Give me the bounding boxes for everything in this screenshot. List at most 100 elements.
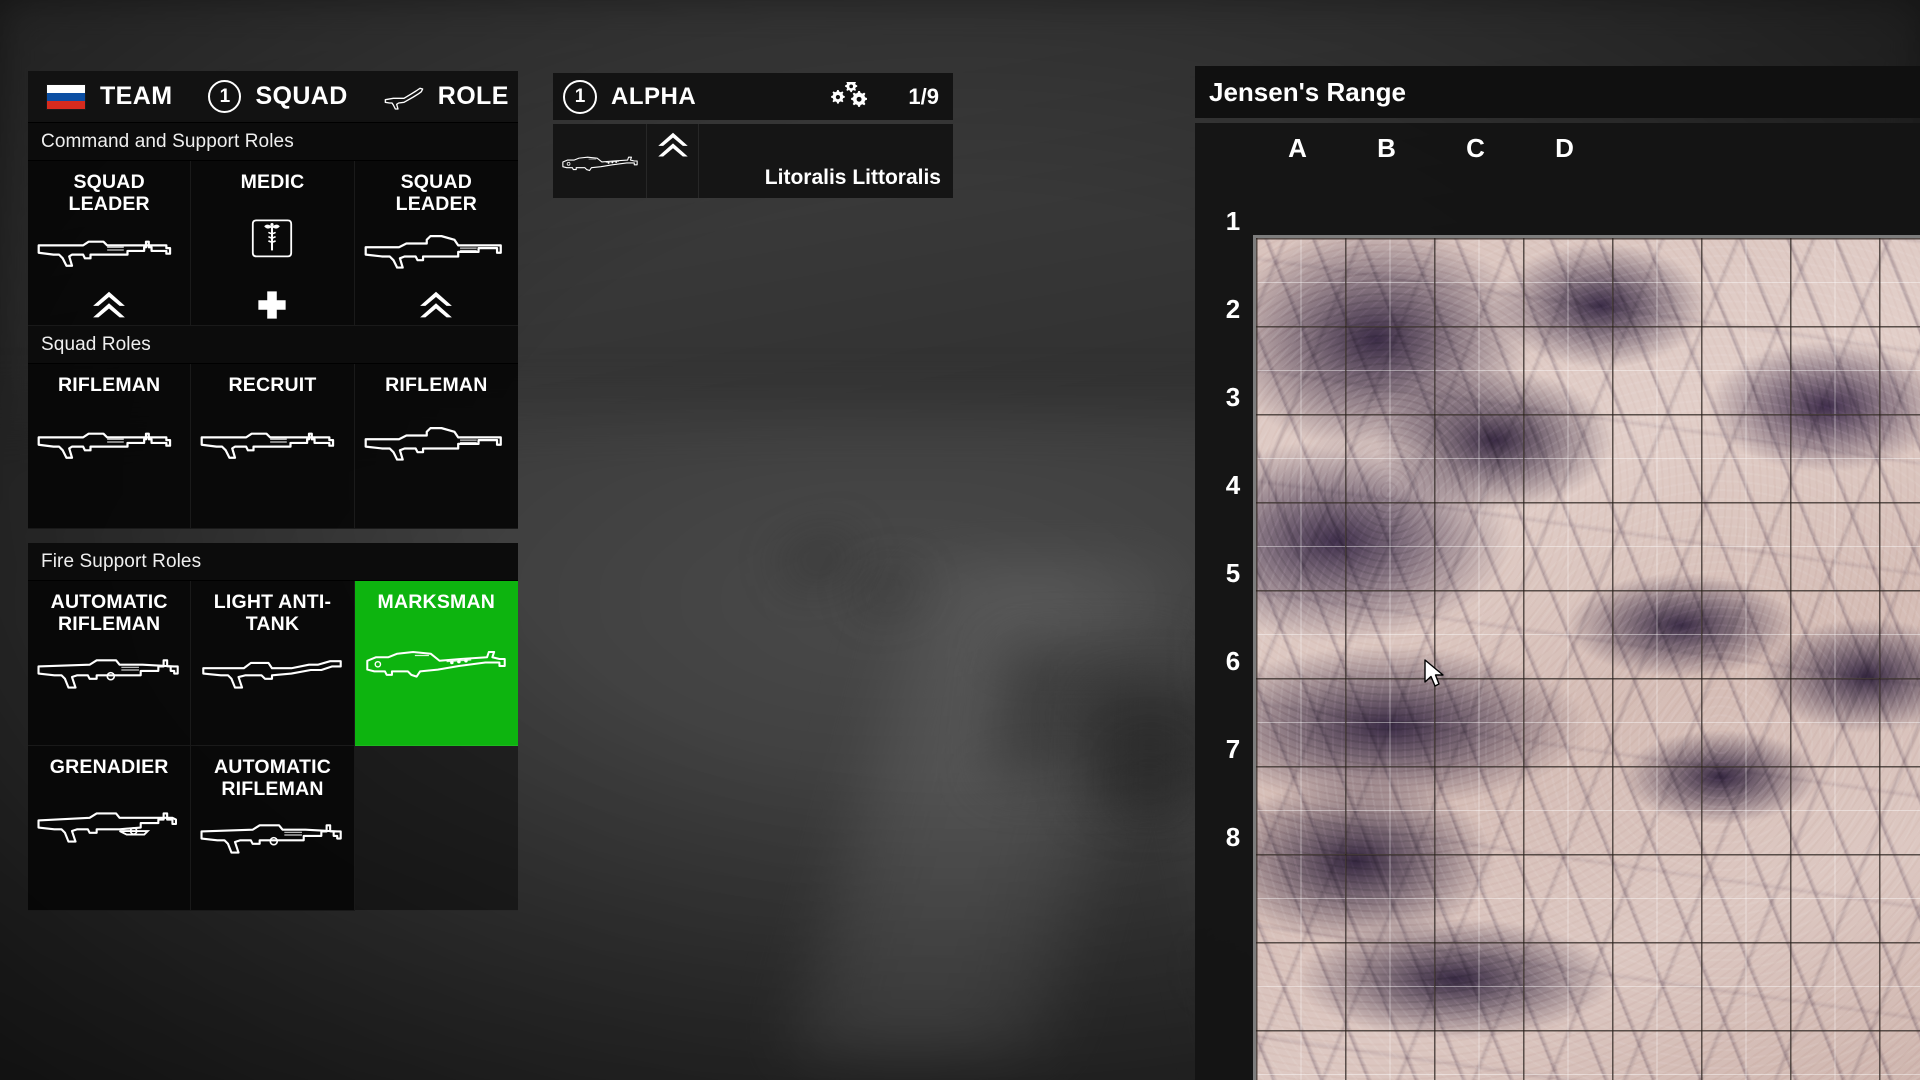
role-label: GRENADIER [49, 756, 169, 778]
machine-gun-icon [37, 659, 179, 689]
role-weapon-slot [191, 635, 353, 705]
medic-bag-icon [252, 219, 293, 258]
assault-rifle-icon [201, 432, 335, 459]
double-chevron-icon [420, 291, 453, 318]
role-label: SQUAD LEADER [395, 171, 477, 215]
tab-team-label: TEAM [100, 82, 173, 110]
role-card-rifleman[interactable]: RIFLEMAN [28, 364, 192, 529]
role-weapon-slot [28, 215, 190, 285]
role-grid-squad-roles: RIFLEMAN RECRUIT RIFLEMAN [28, 364, 518, 529]
role-weapon-slot [355, 215, 518, 285]
map-column-labels: A B C D [1253, 133, 1920, 173]
map-column-label-c: C [1466, 133, 1485, 163]
map-column-label-b: B [1377, 133, 1396, 163]
role-panel-tabs: TEAM 1 SQUAD ROLE [28, 71, 518, 123]
squad-roster-panel: 1 ALPHA 1/9 Litoralis Littoralis [553, 73, 953, 198]
role-weapon-slot [355, 396, 518, 488]
gears-icon[interactable] [831, 81, 877, 112]
map-title: Jensen's Range [1195, 66, 1920, 118]
map-panel: Jensen's Range A B C D 1 2 3 4 5 6 7 8 [1195, 66, 1920, 1080]
grenadier-rifle-icon [37, 812, 178, 843]
map-grid-major [1256, 238, 1920, 1080]
assault-rifle-icon [37, 432, 172, 459]
map-row-label-6: 6 [1225, 645, 1241, 676]
role-card-grenadier[interactable]: GRENADIER [28, 746, 192, 911]
tab-team[interactable]: TEAM [28, 71, 190, 122]
carbine-rifle-icon [364, 427, 503, 461]
role-label: RECRUIT [228, 374, 317, 396]
map-row-label-2: 2 [1225, 293, 1241, 324]
sniper-rifle-icon [366, 650, 507, 678]
role-weapon-slot [28, 396, 190, 488]
member-name-label: Litoralis Littoralis [764, 166, 941, 189]
role-grid-fire-support: AUTOMATIC RIFLEMAN LIGHT ANTI-TANK MARKS… [28, 581, 518, 911]
role-card-recruit[interactable]: RECRUIT [191, 364, 355, 529]
role-grid-command-support: SQUAD LEADER MEDIC SQUAD LEADER [28, 161, 518, 326]
section-header-squad-roles: Squad Roles [28, 326, 518, 364]
map-row-label-8: 8 [1225, 821, 1241, 852]
role-weapon-slot [191, 396, 353, 488]
role-badge-slot [257, 285, 287, 325]
squad-member-list: Litoralis Littoralis [553, 124, 953, 198]
map-row-label-4: 4 [1225, 469, 1241, 500]
map-row-label-7: 7 [1225, 733, 1241, 764]
role-weapon-slot [28, 778, 190, 870]
sniper-rifle-icon [561, 156, 638, 172]
medical-cross-icon [258, 291, 287, 319]
map-row-label-3: 3 [1225, 381, 1241, 412]
role-weapon-slot [355, 613, 518, 705]
squad-member-row[interactable]: Litoralis Littoralis [553, 124, 953, 198]
role-card-rifleman-2[interactable]: RIFLEMAN [354, 364, 518, 529]
role-card-automatic-rifleman-2[interactable]: AUTOMATIC RIFLEMAN [191, 746, 355, 911]
role-weapon-slot [191, 800, 353, 870]
squad-name-label: ALPHA [611, 82, 697, 110]
role-label: AUTOMATIC RIFLEMAN [214, 756, 331, 800]
role-weapon-slot [28, 635, 190, 705]
map-row-label-1: 1 [1225, 205, 1241, 236]
rocket-launcher-icon [202, 660, 343, 689]
section-header-fire-support: Fire Support Roles [28, 543, 518, 581]
section-header-command-support: Command and Support Roles [28, 123, 518, 161]
role-card-squad-leader-2[interactable]: SQUAD LEADER [354, 161, 518, 326]
role-label: MEDIC [240, 171, 305, 193]
role-label: AUTOMATIC RIFLEMAN [50, 591, 168, 635]
squad-number-icon: 1 [208, 80, 242, 113]
map-terrain-canvas[interactable] [1253, 235, 1920, 1080]
russia-flag-icon [46, 83, 86, 110]
member-weapon-slot [553, 124, 647, 198]
map-column-label-d: D [1555, 133, 1574, 163]
tab-role-label: ROLE [437, 82, 509, 110]
role-badge-slot [416, 285, 456, 325]
role-label: SQUAD LEADER [68, 171, 150, 215]
role-card-squad-leader[interactable]: SQUAD LEADER [28, 161, 192, 326]
assault-rifle-icon [37, 240, 172, 267]
squad-header: 1 ALPHA 1/9 [553, 73, 953, 120]
role-selection-panel: TEAM 1 SQUAD ROLE Command and Support Ro… [28, 71, 518, 1080]
map-body: A B C D 1 2 3 4 5 6 7 8 [1195, 123, 1920, 1080]
machine-gun-icon [200, 824, 343, 854]
double-chevron-icon [657, 132, 688, 157]
map-row-label-5: 5 [1225, 557, 1241, 588]
role-label: RIFLEMAN [385, 374, 488, 396]
role-card-medic[interactable]: MEDIC [191, 161, 355, 326]
tab-role[interactable]: ROLE [366, 71, 527, 122]
role-card-automatic-rifleman[interactable]: AUTOMATIC RIFLEMAN [28, 581, 192, 746]
map-row-labels: 1 2 3 4 5 6 7 8 [1213, 177, 1253, 881]
role-card-empty [354, 746, 518, 911]
role-label: LIGHT ANTI-TANK [213, 591, 332, 635]
role-weapon-slot [191, 193, 353, 285]
role-badge-slot [89, 285, 129, 325]
double-chevron-icon [93, 291, 126, 318]
grid-spacer [28, 529, 518, 543]
mouse-pointer-icon [1424, 659, 1444, 687]
tab-squad[interactable]: 1 SQUAD [190, 71, 365, 122]
role-label: MARKSMAN [377, 591, 496, 613]
squad-number-badge: 1 [563, 79, 597, 114]
member-rank-slot [647, 124, 699, 198]
map-column-label-a: A [1288, 133, 1307, 163]
role-card-light-anti-tank[interactable]: LIGHT ANTI-TANK [191, 581, 355, 746]
role-label: RIFLEMAN [57, 374, 161, 396]
carbine-rifle-icon [364, 235, 503, 269]
role-card-marksman[interactable]: MARKSMAN [354, 581, 518, 746]
squad-member-count: 1/9 [908, 83, 939, 109]
